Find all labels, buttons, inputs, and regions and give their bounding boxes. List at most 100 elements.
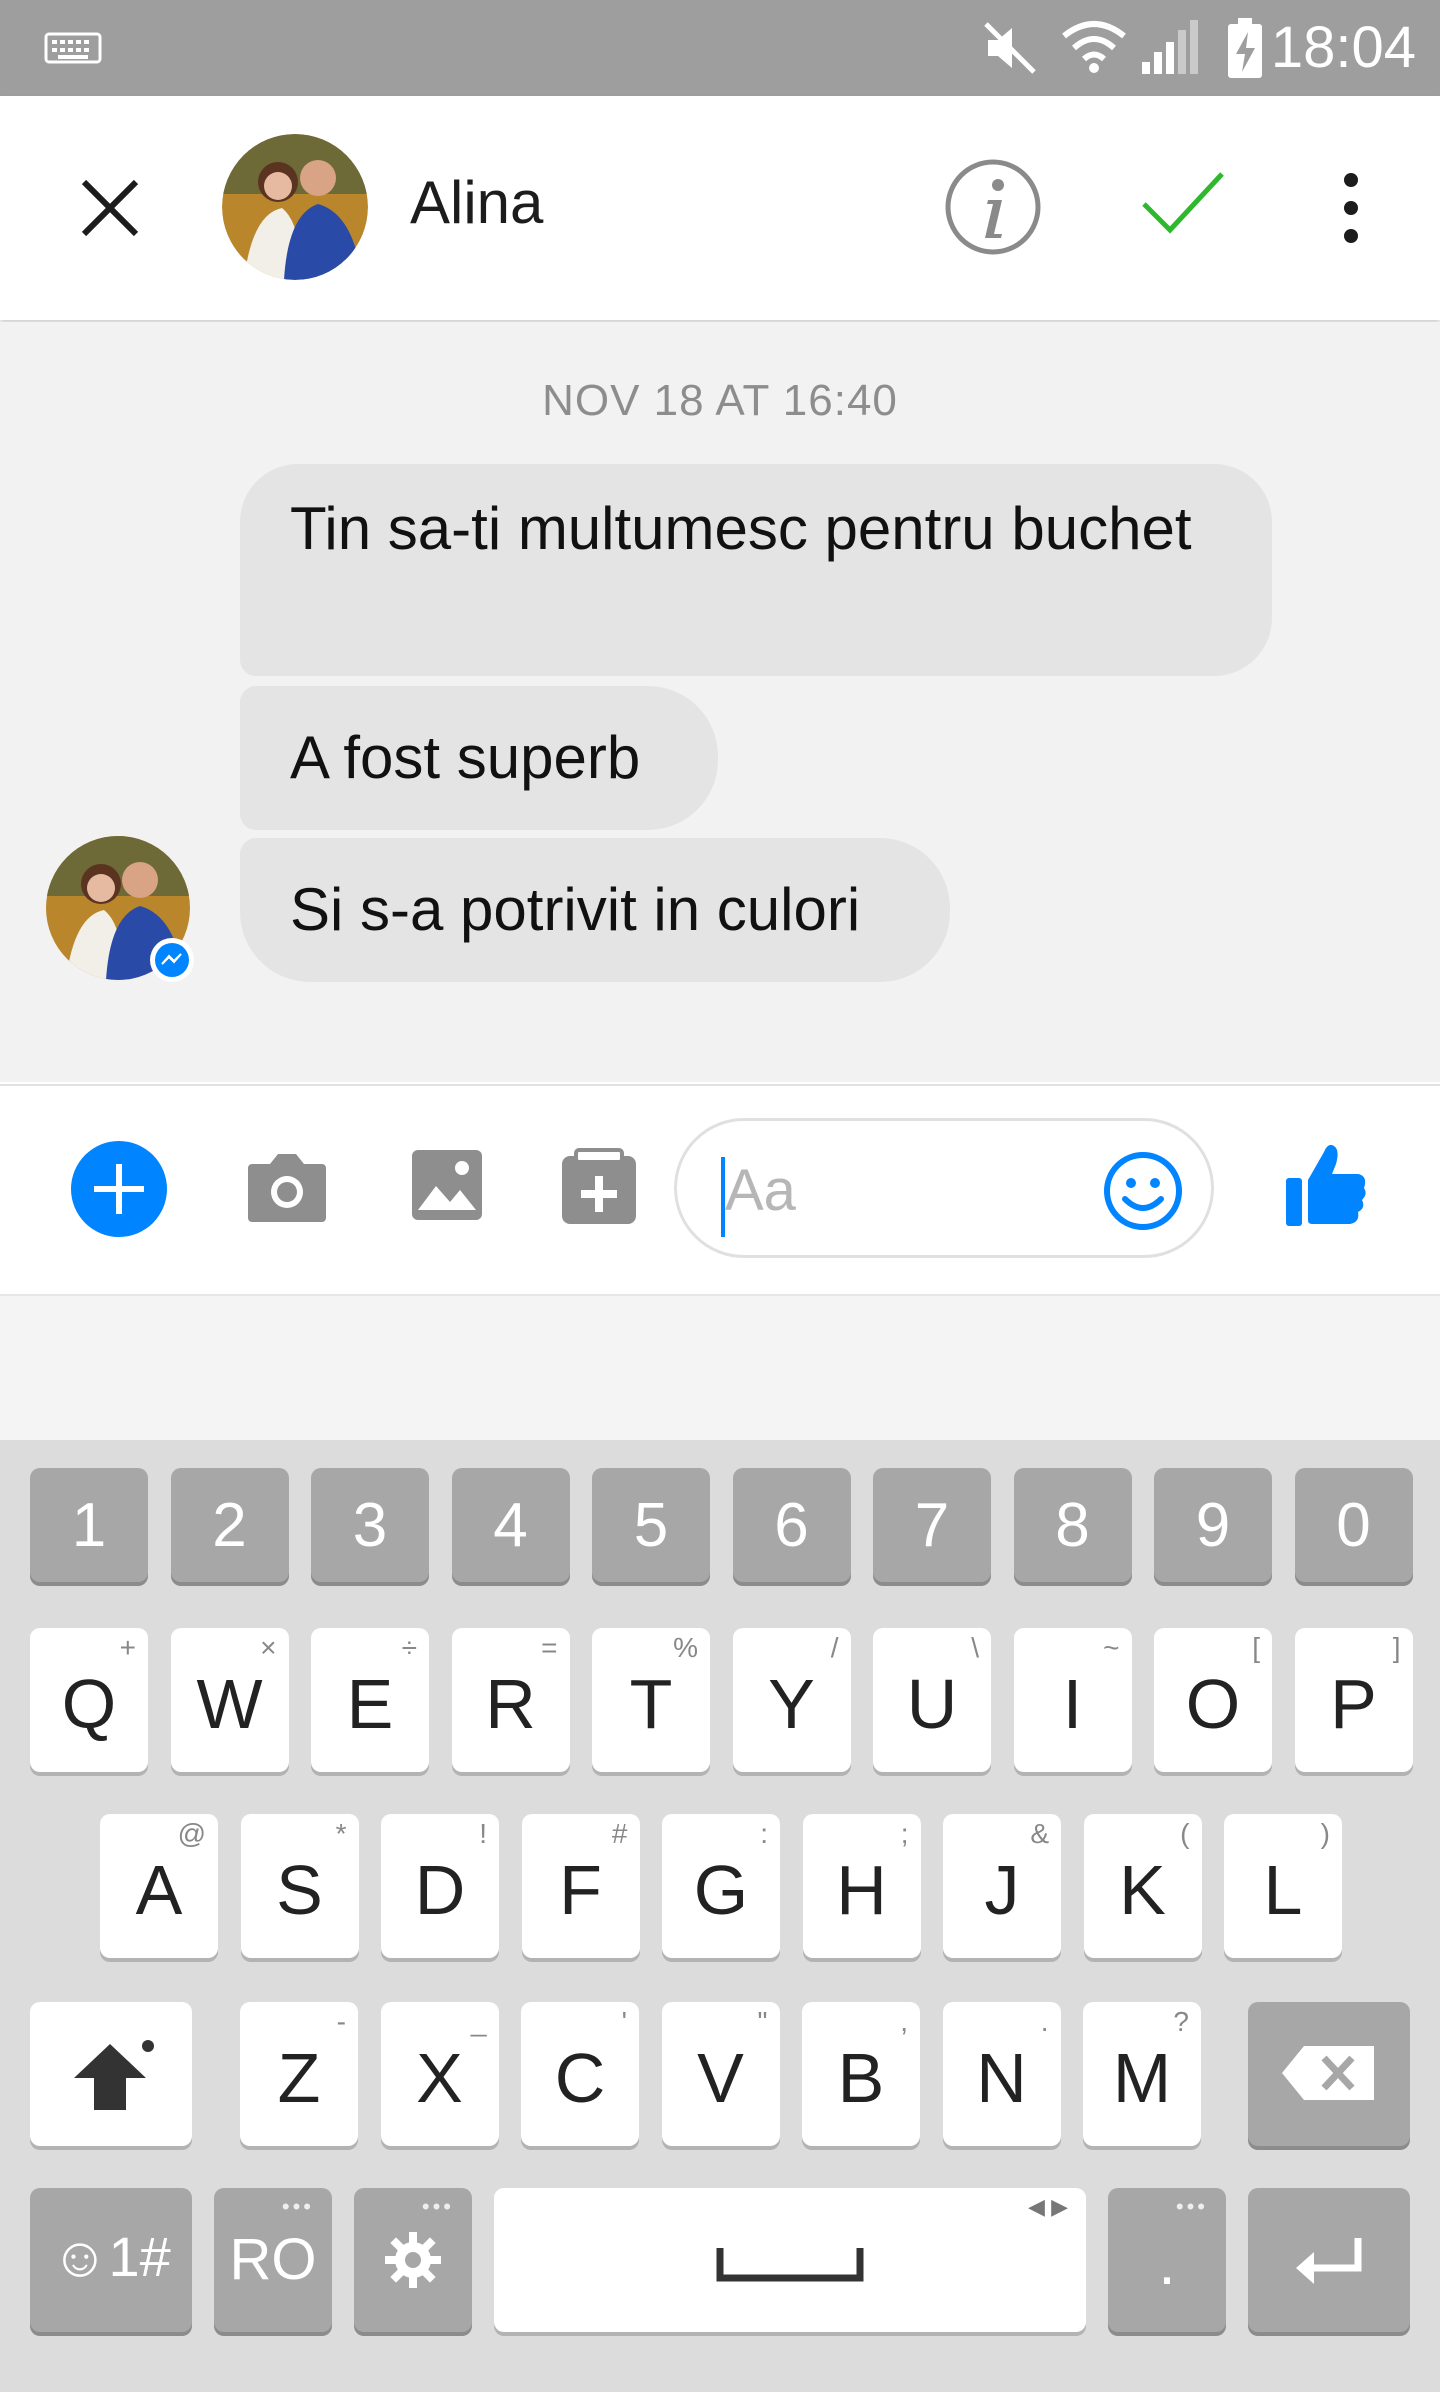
keyboard-icon: [44, 32, 102, 64]
key-3[interactable]: 3: [311, 1468, 429, 1582]
key-hint: ": [757, 2006, 768, 2037]
key-k[interactable]: K(: [1083, 1814, 1202, 1958]
gear-icon: [385, 2232, 441, 2288]
key-g[interactable]: G:: [662, 1814, 780, 1958]
key-l[interactable]: L): [1224, 1814, 1342, 1958]
language-key[interactable]: ••• RO: [214, 2188, 332, 2332]
sender-avatar[interactable]: [46, 836, 196, 986]
key-9[interactable]: 9: [1154, 1468, 1272, 1582]
backspace-key[interactable]: [1248, 2002, 1410, 2146]
key-d[interactable]: D!: [381, 1814, 499, 1958]
close-icon[interactable]: [80, 178, 140, 238]
key-j[interactable]: J &: [943, 1814, 1061, 1958]
key-hint: :: [760, 1818, 768, 1849]
key-m[interactable]: M?: [1083, 2002, 1201, 2146]
key-0[interactable]: 0: [1294, 1468, 1413, 1582]
key-2[interactable]: 2: [170, 1468, 289, 1582]
message-bubble[interactable]: A fost superb: [240, 686, 718, 830]
key-8[interactable]: 8: [1013, 1468, 1132, 1582]
shift-icon: [74, 2040, 154, 2110]
key-hint: ,: [900, 2006, 908, 2037]
avatar[interactable]: [222, 134, 368, 280]
key-hint: +: [119, 1632, 136, 1663]
sticker-icon[interactable]: [560, 1148, 638, 1226]
mute-icon: [984, 22, 1036, 74]
key-hint: ': [621, 2006, 627, 2037]
key-hint: ~: [1103, 1632, 1120, 1663]
suggestion-strip: [0, 1294, 1440, 1442]
signal-icon: [1142, 20, 1198, 74]
gallery-icon[interactable]: [410, 1148, 484, 1222]
key-x[interactable]: X _: [380, 2002, 499, 2146]
info-icon[interactable]: [944, 158, 1042, 256]
key-a[interactable]: A @: [100, 1814, 218, 1958]
key-hint: _: [470, 2006, 487, 2037]
key-hint: ÷: [401, 1632, 417, 1663]
key-hint: =: [541, 1632, 558, 1663]
shift-key[interactable]: [30, 2002, 192, 2146]
key-hint: !: [479, 1818, 487, 1849]
key-hint: [: [1252, 1632, 1260, 1663]
more-vert-icon[interactable]: [1336, 170, 1366, 246]
message-bubble[interactable]: Tin sa-ti multumesc pentru buchet: [240, 464, 1272, 676]
key-o[interactable]: O[: [1154, 1628, 1272, 1772]
key-hint: \: [971, 1632, 979, 1663]
camera-icon[interactable]: [246, 1150, 328, 1224]
period-key[interactable]: ••• .: [1108, 2188, 1226, 2332]
settings-key[interactable]: •••: [354, 2188, 472, 2332]
key-i[interactable]: I ~: [1013, 1628, 1132, 1772]
key-b[interactable]: B,: [802, 2002, 920, 2146]
message-bubble[interactable]: Si s-a potrivit in culori: [240, 838, 950, 982]
key-hint: /: [830, 1632, 839, 1663]
thumbs-up-icon[interactable]: [1284, 1140, 1368, 1230]
emoji-icon[interactable]: [1103, 1151, 1183, 1231]
contact-name[interactable]: Alina: [410, 168, 543, 237]
key-u[interactable]: U \: [873, 1628, 991, 1772]
check-icon[interactable]: [1140, 168, 1226, 238]
key-n[interactable]: N.: [942, 2002, 1061, 2146]
message-input[interactable]: Aa: [674, 1118, 1214, 1258]
plus-icon[interactable]: [70, 1140, 168, 1238]
key-hint: #: [611, 1818, 628, 1849]
key-1[interactable]: 1: [30, 1468, 148, 1582]
key-hint: *: [335, 1818, 347, 1849]
wifi-icon: [1062, 21, 1126, 73]
key-hint: ×: [260, 1632, 277, 1663]
battery-charging-icon: [1228, 18, 1262, 78]
key-4[interactable]: 4: [451, 1468, 570, 1582]
key-e[interactable]: E ÷: [311, 1628, 429, 1772]
key-q[interactable]: Q +: [30, 1628, 148, 1772]
enter-key[interactable]: [1248, 2188, 1410, 2332]
enter-icon: [1296, 2238, 1362, 2284]
key-w[interactable]: W ×: [170, 1628, 289, 1772]
space-key[interactable]: ◀ ▶: [494, 2188, 1086, 2332]
key-hint: ): [1320, 1818, 1330, 1849]
key-y[interactable]: Y /: [732, 1628, 851, 1772]
key-hint: &: [1030, 1818, 1049, 1849]
key-c[interactable]: C ': [521, 2002, 639, 2146]
key-7[interactable]: 7: [873, 1468, 991, 1582]
backspace-icon: [1282, 2046, 1374, 2100]
key-r[interactable]: R =: [451, 1628, 570, 1772]
key-t[interactable]: T%: [592, 1628, 710, 1772]
key-5[interactable]: 5: [592, 1468, 710, 1582]
key-f[interactable]: F #: [521, 1814, 640, 1958]
message-thread: NOV 18 AT 16:40 Tin sa-ti multumesc pent…: [0, 322, 1440, 1082]
message-input-placeholder: Aa: [725, 1158, 796, 1223]
clock: 18:04: [1270, 15, 1416, 80]
key-hint: @: [177, 1818, 206, 1849]
key-z[interactable]: Z-: [240, 2002, 358, 2146]
key-s[interactable]: S *: [240, 1814, 359, 1958]
key-hint: ?: [1173, 2006, 1189, 2037]
key-p[interactable]: P]: [1294, 1628, 1413, 1772]
key-h[interactable]: H;: [802, 1814, 921, 1958]
key-hint: %: [673, 1632, 698, 1663]
key-hint: -: [336, 2006, 346, 2037]
key-hint: (: [1180, 1818, 1190, 1849]
status-bar: 18:04: [0, 0, 1440, 96]
key-hint: ;: [900, 1818, 909, 1849]
key-v[interactable]: V ": [661, 2002, 780, 2146]
space-bar-icon: [716, 2248, 864, 2282]
symbols-key[interactable]: ☺1#: [30, 2188, 192, 2332]
key-6[interactable]: 6: [732, 1468, 851, 1582]
